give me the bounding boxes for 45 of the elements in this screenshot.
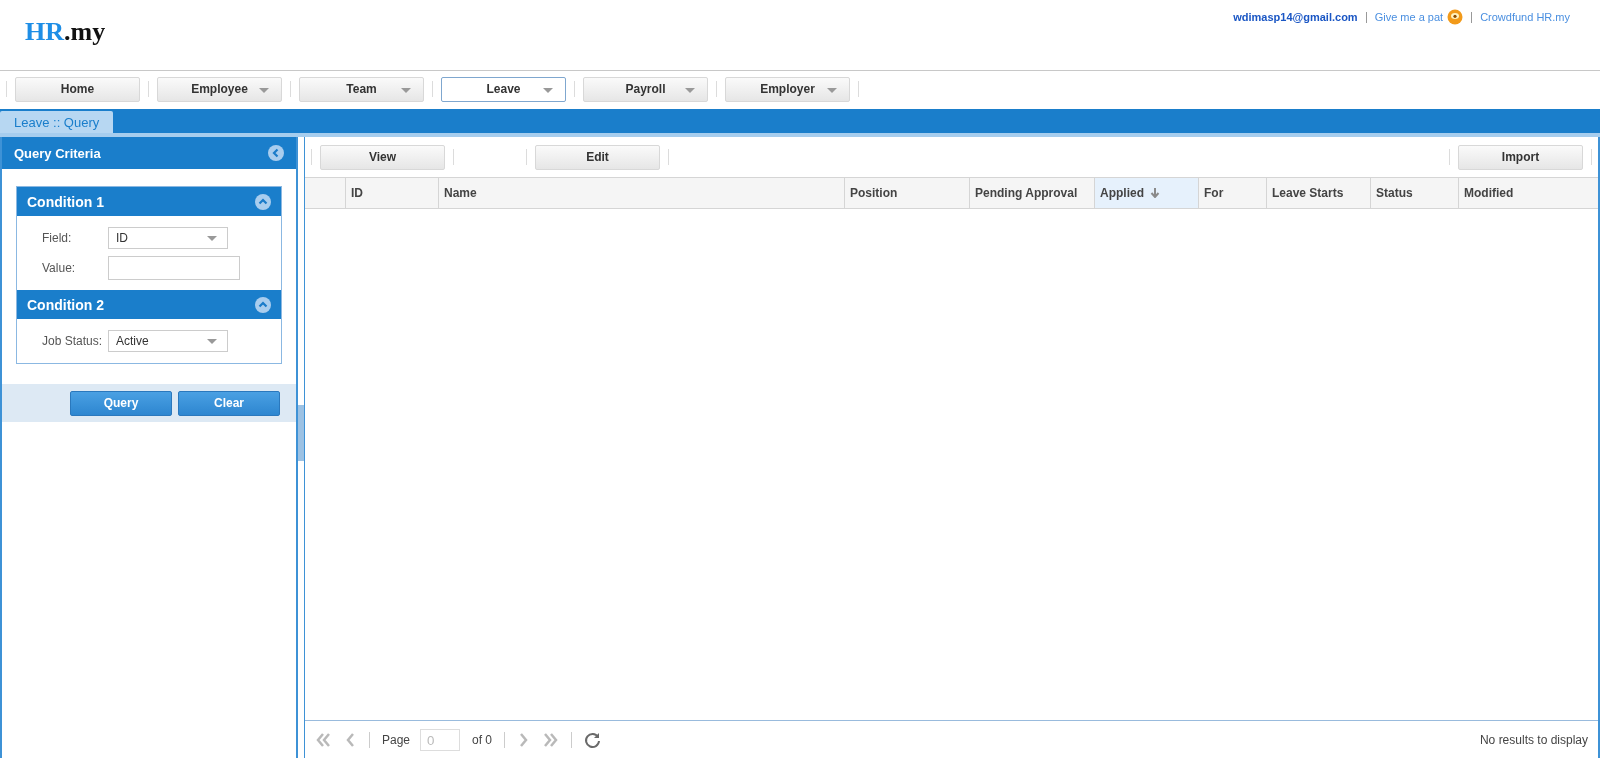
column-header[interactable]: Leave Starts <box>1266 178 1370 208</box>
column-header[interactable]: ID <box>345 178 438 208</box>
page-label: Page <box>382 733 411 747</box>
column-header[interactable]: Modified <box>1458 178 1598 208</box>
nav-button[interactable]: Employee <box>157 76 282 102</box>
condition-header[interactable]: Condition 2 <box>17 290 281 319</box>
column-header[interactable]: Status <box>1370 178 1458 208</box>
dropdown-field[interactable]: Active <box>108 330 228 352</box>
collapse-left-icon[interactable] <box>268 145 284 161</box>
condition-title: Condition 1 <box>27 193 104 210</box>
status-text: No results to display <box>1479 733 1588 747</box>
toolbar-button[interactable]: Edit <box>535 144 660 170</box>
next-page-icon[interactable] <box>517 733 530 747</box>
caret-icon <box>207 338 217 344</box>
collapse-icon[interactable] <box>255 296 271 313</box>
refresh-icon[interactable] <box>584 731 602 749</box>
smiley-icon[interactable] <box>1447 9 1464 25</box>
field-label: Field: <box>41 231 73 245</box>
first-page-icon[interactable] <box>315 733 333 747</box>
toolbar-button[interactable]: Import <box>1458 144 1583 170</box>
logo: HR.my <box>25 17 106 47</box>
panel-title: Query Criteria <box>14 145 101 161</box>
column-header[interactable]: Applied <box>1094 178 1198 208</box>
field-label: Job Status: <box>41 334 104 348</box>
column-header[interactable]: Position <box>844 178 969 208</box>
value-input[interactable] <box>108 256 240 280</box>
dropdown-field[interactable]: ID <box>108 227 228 249</box>
previous-page-icon[interactable] <box>345 733 357 747</box>
nav-button[interactable]: Payroll <box>583 76 708 102</box>
last-page-icon[interactable] <box>541 733 560 747</box>
crowdfund-link[interactable]: Crowdfund HR.my <box>1480 11 1570 23</box>
nav-button[interactable]: Home <box>15 76 140 102</box>
account-link[interactable]: wdimasp14@gmail.com <box>1233 11 1358 23</box>
condition-title: Condition 2 <box>27 296 104 313</box>
column-header[interactable]: Name <box>438 178 844 208</box>
nav-button[interactable]: Leave <box>441 76 566 102</box>
field-label: Value: <box>41 261 77 275</box>
caret-icon <box>207 235 217 241</box>
collapse-icon[interactable] <box>255 193 271 210</box>
toolbar-button[interactable]: View <box>320 144 445 170</box>
nav-button[interactable]: Employer <box>725 76 850 102</box>
nav-button[interactable]: Team <box>299 76 424 102</box>
page-count: of 0 <box>472 733 493 747</box>
condition-header[interactable]: Condition 1 <box>17 187 281 216</box>
column-header[interactable]: For <box>1198 178 1266 208</box>
